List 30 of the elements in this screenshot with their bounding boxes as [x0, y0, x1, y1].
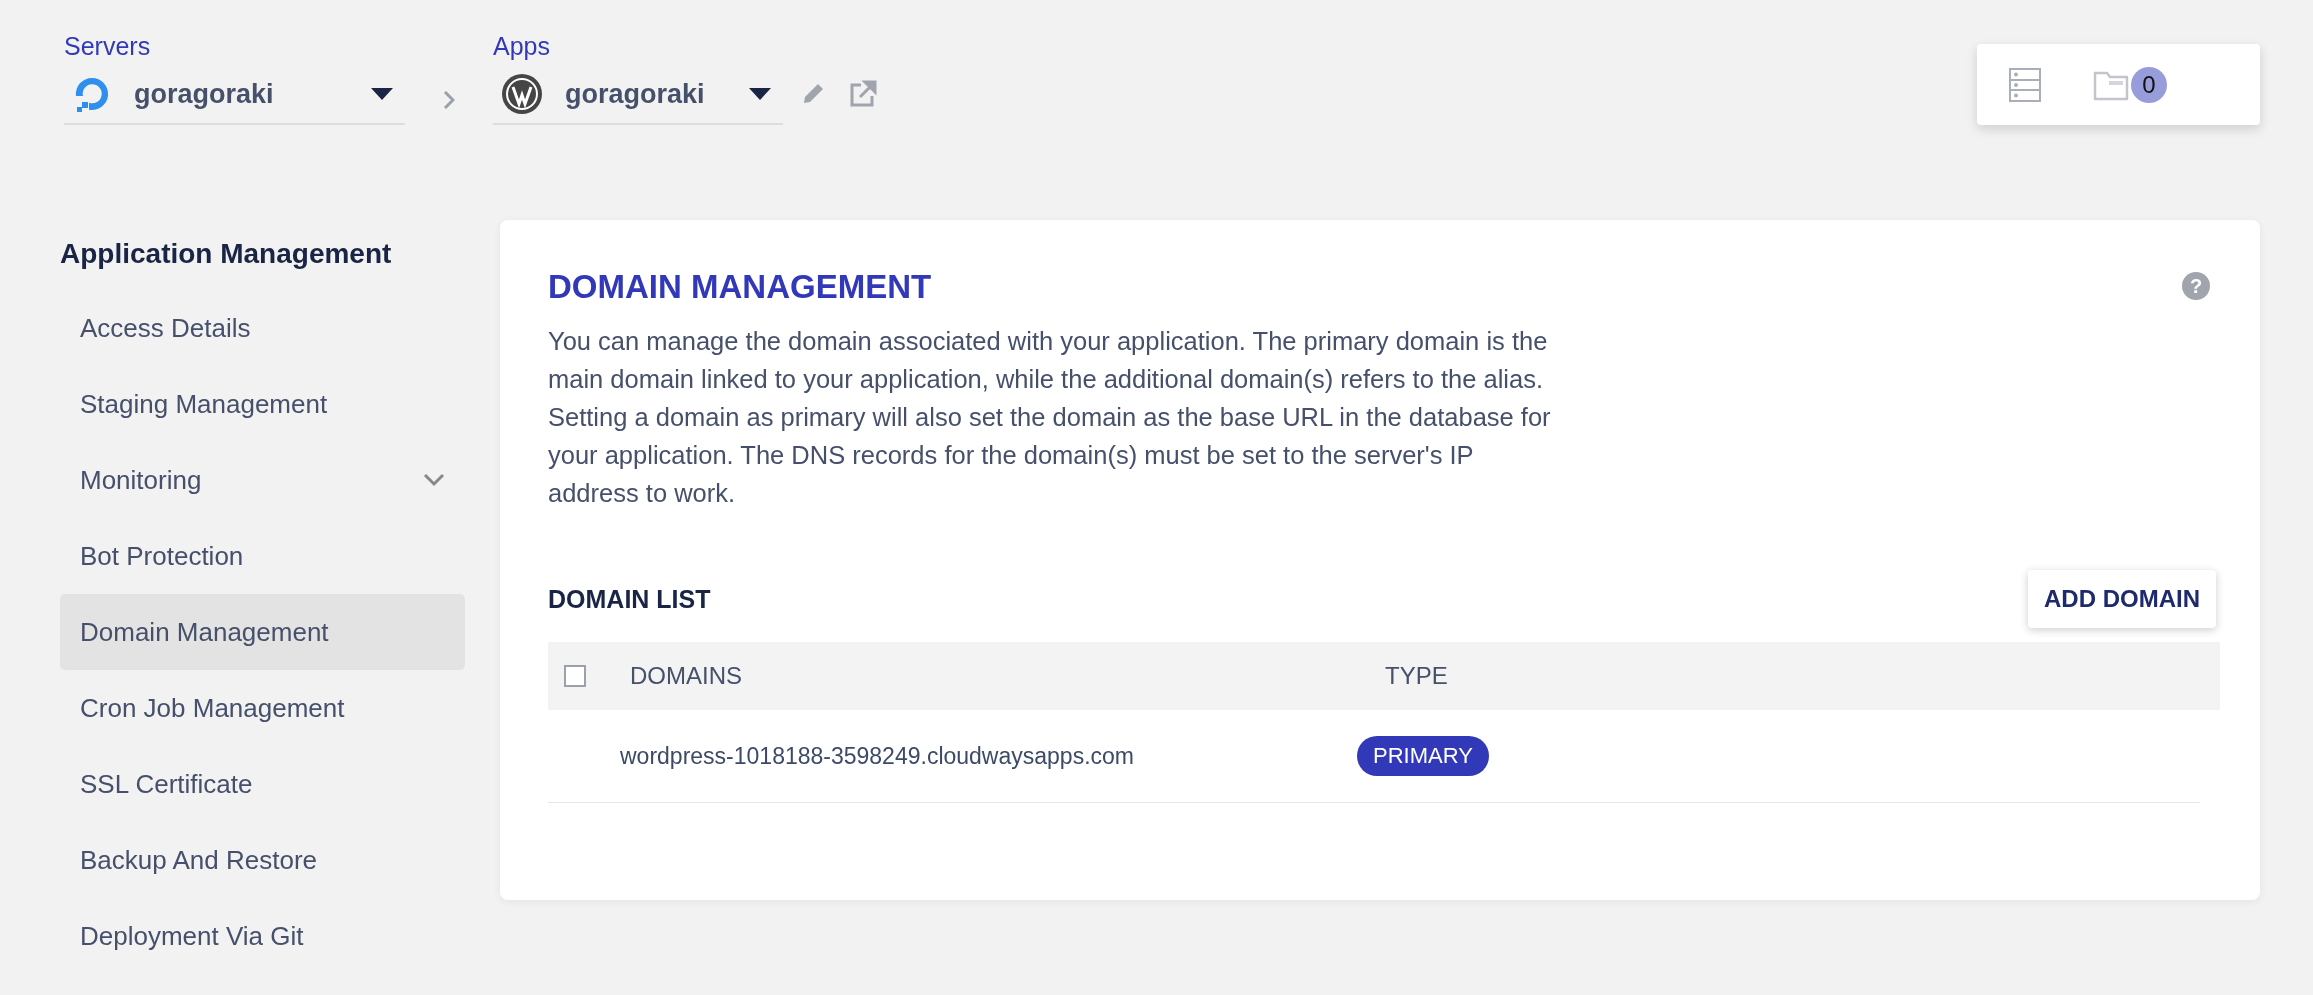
- list-title: DOMAIN LIST: [548, 584, 711, 614]
- panel-description: You can manage the domain associated with your application. The primary domain is the main domain linked to your application, while the additional domain(s) refers to the alias. Setting a domain as primary will also set the domain as the base URL in the database for your application. The DNS records for the domain(s) must be set to the server's IP address to work.: [548, 326, 1552, 509]
- add-domain-button[interactable]: ADD DOMAIN: [2028, 570, 2216, 628]
- panel-title: DOMAIN MANAGEMENT: [548, 268, 932, 306]
- select-all-checkbox[interactable]: [564, 665, 586, 687]
- sidebar-item[interactable]: Access Details: [60, 290, 465, 366]
- sidebar-item[interactable]: Monitoring: [60, 442, 465, 518]
- sidebar-item[interactable]: SSL Certificate: [60, 746, 465, 822]
- server-list-icon[interactable]: [2009, 67, 2041, 102]
- column-header: TYPE: [1385, 662, 1449, 690]
- caret-icon: [749, 88, 771, 100]
- servers-label: Servers: [64, 32, 152, 61]
- sidebar-item[interactable]: Bot Protection: [60, 518, 465, 594]
- caret-icon: [371, 88, 393, 100]
- chevron-right-icon: [443, 90, 455, 110]
- apps-label: Apps: [493, 32, 551, 61]
- app-dropdown[interactable]: goragoraki: [493, 65, 783, 125]
- sidebar-item[interactable]: Cron Job Management: [60, 670, 465, 746]
- sidebar-item[interactable]: Deployment Via Git: [60, 898, 465, 974]
- column-header: DOMAINS: [630, 662, 743, 690]
- chevron-down-icon[interactable]: [423, 473, 445, 487]
- type-tag: PRIMARY: [1357, 736, 1489, 776]
- sidebar-heading: Application Management: [60, 238, 393, 270]
- external-link-icon[interactable]: [849, 80, 877, 108]
- sidebar-item[interactable]: Domain Management: [60, 594, 465, 670]
- sidebar-item[interactable]: Staging Management: [60, 366, 465, 442]
- wordpress-logo-icon: [501, 73, 543, 115]
- sidebar-item[interactable]: Backup And Restore: [60, 822, 465, 898]
- count-badge: 0: [2131, 66, 2167, 103]
- server-dropdown[interactable]: goragoraki: [64, 65, 405, 125]
